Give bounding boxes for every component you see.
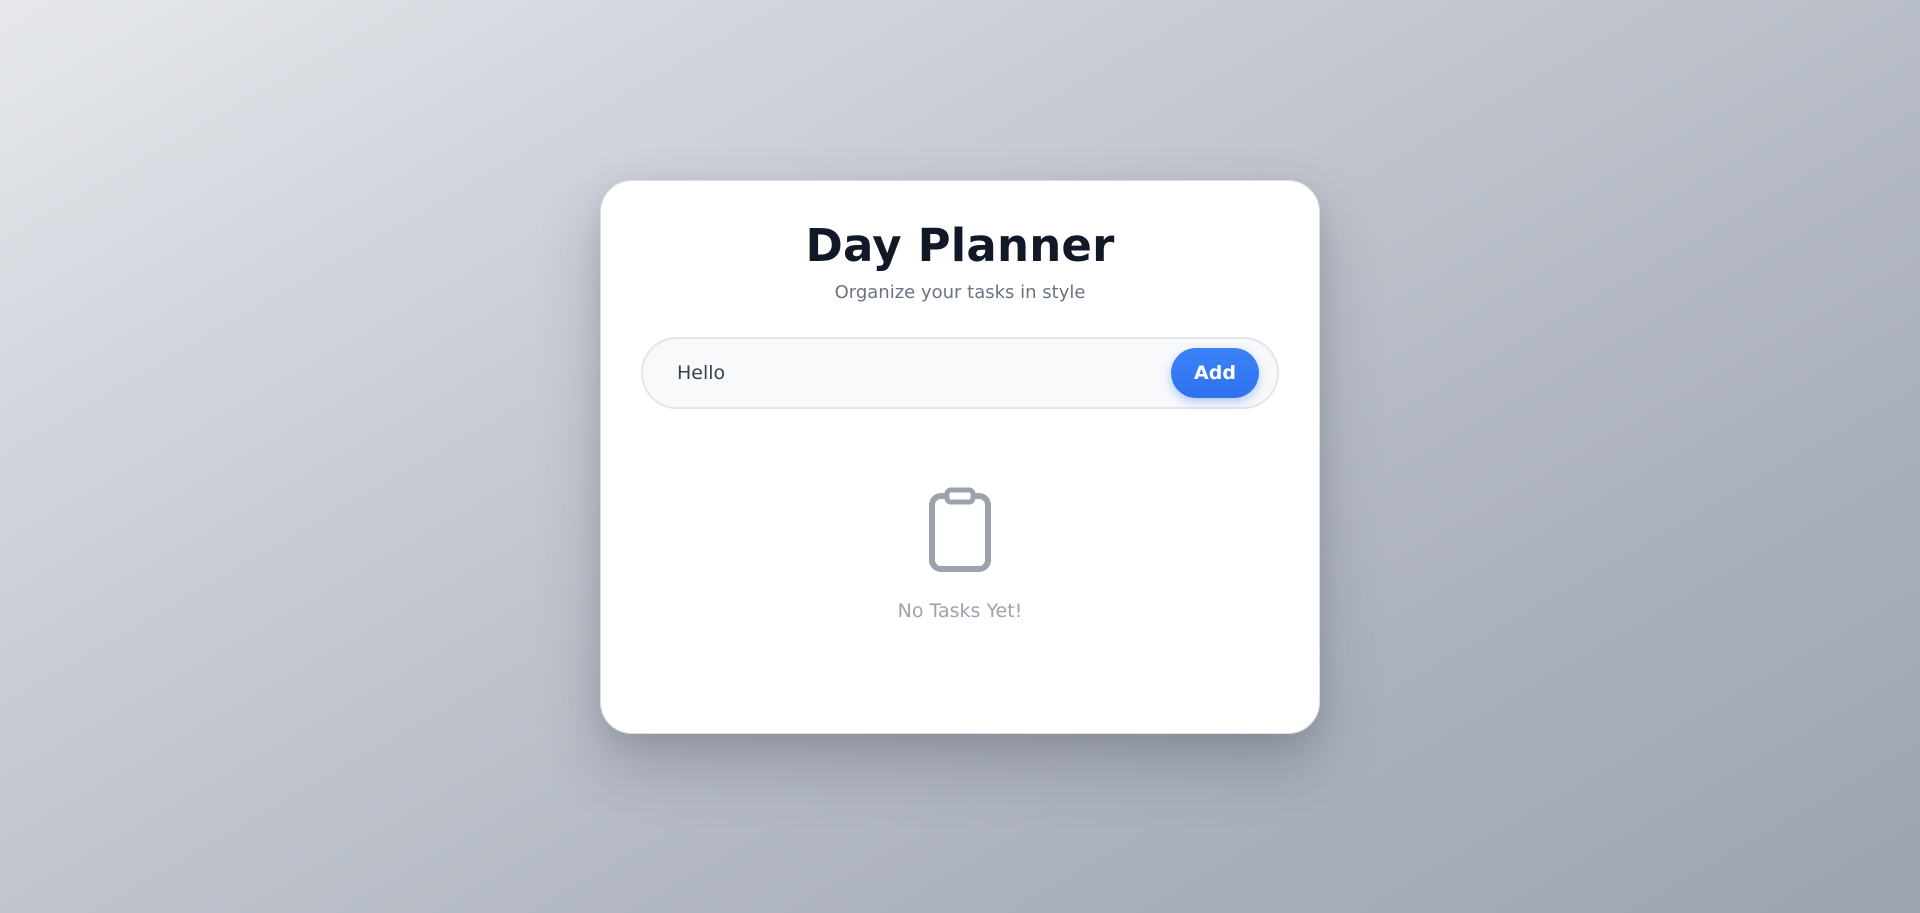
clipboard-icon xyxy=(929,487,991,572)
task-input-bar: Add xyxy=(641,337,1279,409)
empty-state: No Tasks Yet! xyxy=(601,487,1319,622)
empty-state-message: No Tasks Yet! xyxy=(897,600,1023,622)
page-title: Day Planner xyxy=(805,219,1115,272)
task-input[interactable] xyxy=(677,339,1137,407)
add-task-button[interactable]: Add xyxy=(1171,348,1259,398)
planner-card: Day Planner Organize your tasks in style… xyxy=(600,180,1320,734)
page-subtitle: Organize your tasks in style xyxy=(834,282,1086,303)
